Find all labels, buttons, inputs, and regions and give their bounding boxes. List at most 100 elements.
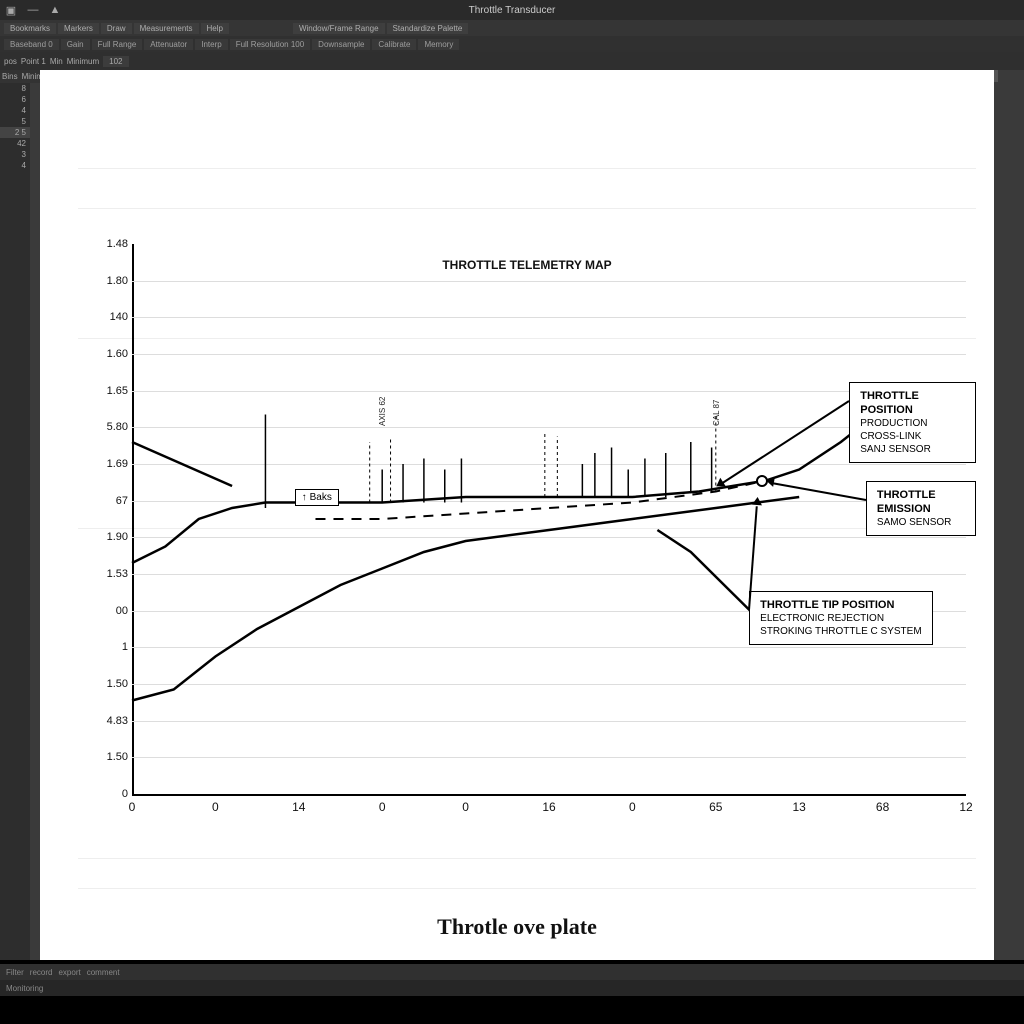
callout-sub: ELECTRONIC REJECTIONSTROKING THROTTLE C … bbox=[760, 612, 922, 638]
y-tick-label: 5.80 bbox=[107, 421, 128, 433]
arrowhead-icon bbox=[752, 497, 763, 506]
x-tick-label: 12 bbox=[959, 800, 972, 814]
side-row[interactable]: 8 bbox=[0, 83, 30, 94]
bg-gridline bbox=[78, 888, 976, 889]
window-titlebar: ▣ — ▲ Throttle Transducer bbox=[0, 0, 1024, 20]
callout-title: THROTTLE TIP POSITION bbox=[760, 598, 922, 612]
y-tick-label: 67 bbox=[116, 495, 128, 507]
x-tick-label: 13 bbox=[793, 800, 806, 814]
workarea: Bins Minimum 8 6 4 5 2 5 42 3 4 THROTTLE… bbox=[0, 70, 1024, 960]
y-tick-label: 4.83 bbox=[107, 715, 128, 727]
y-tick-label: 140 bbox=[110, 311, 128, 323]
side-tab[interactable]: Bins bbox=[0, 70, 20, 83]
y-tick-label: 1.53 bbox=[107, 568, 128, 580]
callout-sub: SAMO SENSOR bbox=[877, 516, 965, 529]
series-line bbox=[657, 530, 757, 618]
chart-document: THROTTLE TELEMETRY MAP 01.504.831.501001… bbox=[40, 70, 994, 960]
up-icon[interactable]: ▲ bbox=[48, 3, 62, 17]
callout-box: THROTTLE EMISSIONSAMO SENSOR bbox=[866, 481, 976, 537]
plot-svg bbox=[132, 244, 966, 794]
toolbar: Baseband 0 Gain Full Range Attenuator In… bbox=[0, 36, 1024, 52]
callout-box: THROTTLE POSITIONPRODUCTION CROSS-LINKSA… bbox=[849, 382, 976, 464]
side-row[interactable]: 3 bbox=[0, 149, 30, 160]
tool-item[interactable]: Full Range bbox=[92, 39, 143, 50]
bg-gridline bbox=[78, 208, 976, 209]
menu-item[interactable]: Standardize Palette bbox=[387, 23, 469, 34]
side-row[interactable]: 4 bbox=[0, 105, 30, 116]
chart-area: THROTTLE TELEMETRY MAP 01.504.831.501001… bbox=[78, 88, 976, 808]
tool-item[interactable]: Baseband 0 bbox=[4, 39, 59, 50]
y-tick-label: 1.48 bbox=[107, 238, 128, 250]
side-row[interactable]: 42 bbox=[0, 138, 30, 149]
arrow-up-icon: ↑ bbox=[302, 492, 307, 503]
tool-item[interactable]: Downsample bbox=[312, 39, 370, 50]
y-tick-label: 1.90 bbox=[107, 531, 128, 543]
tool-item[interactable]: Attenuator bbox=[144, 39, 193, 50]
bg-gridline bbox=[78, 168, 976, 169]
y-tick-label: 1.50 bbox=[107, 751, 128, 763]
status-row: pos Point 1 Min Minimum 102 bbox=[0, 52, 1024, 70]
rotated-label: CAL 87 bbox=[712, 399, 721, 425]
x-tick-label: 0 bbox=[379, 800, 386, 814]
status-text: Point 1 bbox=[21, 57, 46, 66]
x-tick-label: 0 bbox=[462, 800, 469, 814]
menu-item[interactable]: Window/Frame Range bbox=[293, 23, 385, 34]
y-tick-label: 1.60 bbox=[107, 348, 128, 360]
menu-item[interactable]: Draw bbox=[101, 23, 132, 34]
mini-callout-label: Baks bbox=[310, 492, 332, 503]
x-tick-label: 0 bbox=[212, 800, 219, 814]
callout-sub: PRODUCTION CROSS-LINKSANJ SENSOR bbox=[860, 417, 965, 456]
status-item[interactable]: Filter bbox=[6, 968, 24, 977]
callout-box: THROTTLE TIP POSITIONELECTRONIC REJECTIO… bbox=[749, 591, 933, 645]
footer-title: Throtle ove plate bbox=[40, 914, 994, 940]
side-panel: Bins Minimum 8 6 4 5 2 5 42 3 4 bbox=[0, 70, 30, 960]
x-tick-label: 0 bbox=[129, 800, 136, 814]
bottom-black-bar bbox=[0, 996, 1024, 1024]
x-tick-label: 16 bbox=[542, 800, 555, 814]
tool-item[interactable]: Full Resolution 100 bbox=[230, 39, 310, 50]
y-tick-label: 1.69 bbox=[107, 458, 128, 470]
status-text: Minimum bbox=[67, 57, 99, 66]
series-line bbox=[132, 442, 232, 486]
status-item[interactable]: export bbox=[58, 968, 80, 977]
y-tick-label: 1.65 bbox=[107, 385, 128, 397]
status-text: Min bbox=[50, 57, 63, 66]
series-line bbox=[132, 497, 799, 701]
series-line bbox=[315, 481, 765, 520]
window-title: Throttle Transducer bbox=[469, 5, 556, 16]
status-text: Monitoring bbox=[6, 984, 43, 993]
menu-item[interactable]: Measurements bbox=[134, 23, 199, 34]
y-tick-label: 1 bbox=[122, 641, 128, 653]
tool-item[interactable]: Calibrate bbox=[372, 39, 416, 50]
x-axis bbox=[132, 794, 966, 796]
bg-gridline bbox=[78, 858, 976, 859]
status-item[interactable]: record bbox=[30, 968, 53, 977]
menu-item[interactable]: Bookmarks bbox=[4, 23, 56, 34]
arrowhead-icon bbox=[765, 476, 775, 487]
y-tick-label: 0 bbox=[122, 788, 128, 800]
side-row[interactable]: 4 bbox=[0, 160, 30, 171]
tool-item[interactable]: Interp bbox=[195, 39, 227, 50]
app-menu-icon[interactable]: ▣ bbox=[4, 3, 18, 17]
status-item[interactable]: comment bbox=[87, 968, 120, 977]
y-tick-label: 00 bbox=[116, 605, 128, 617]
x-tick-label: 14 bbox=[292, 800, 305, 814]
tool-item[interactable]: Gain bbox=[61, 39, 90, 50]
callout-title: THROTTLE EMISSION bbox=[877, 488, 965, 517]
bottom-status: Filter record export comment bbox=[0, 964, 1024, 980]
y-tick-label: 1.80 bbox=[107, 275, 128, 287]
status-field[interactable]: 102 bbox=[103, 56, 128, 67]
menu-item[interactable]: Help bbox=[201, 23, 229, 34]
callout-title: THROTTLE POSITION bbox=[860, 389, 965, 418]
side-row-selected[interactable]: 2 5 bbox=[0, 127, 30, 138]
bottom-status-2: Monitoring bbox=[0, 980, 1024, 996]
menu-item[interactable]: Markers bbox=[58, 23, 99, 34]
x-tick-label: 68 bbox=[876, 800, 889, 814]
x-tick-label: 0 bbox=[629, 800, 636, 814]
series-line bbox=[132, 409, 966, 563]
x-tick-label: 65 bbox=[709, 800, 722, 814]
side-row[interactable]: 6 bbox=[0, 94, 30, 105]
side-row[interactable]: 5 bbox=[0, 116, 30, 127]
minimize-icon[interactable]: — bbox=[26, 3, 40, 17]
tool-item[interactable]: Memory bbox=[418, 39, 459, 50]
